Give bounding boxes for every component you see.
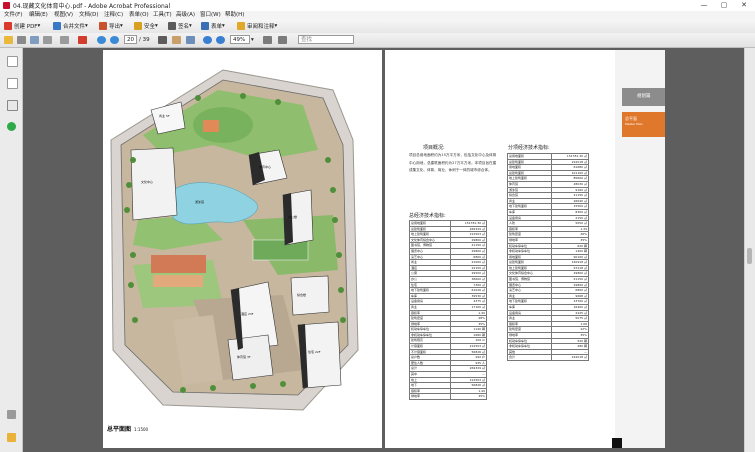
vertical-scrollbar[interactable] xyxy=(744,48,755,452)
search-input[interactable]: 查找 xyxy=(298,35,354,44)
marquee-zoom-icon[interactable] xyxy=(186,36,195,44)
menu-comments[interactable]: 注释(C) xyxy=(104,11,123,19)
email-icon[interactable] xyxy=(30,36,39,44)
building-label: 办公楼 xyxy=(288,215,298,219)
combine-files-button[interactable]: 合并文件 ▾ xyxy=(53,21,88,31)
pages-panel-icon[interactable] xyxy=(7,56,18,67)
secure-button[interactable]: 安全 ▾ xyxy=(134,21,158,31)
table2-title: 分项经济技术指标: xyxy=(508,145,550,151)
section-header-label: 规划篇 xyxy=(637,94,651,99)
page-icon[interactable] xyxy=(60,36,69,44)
create-pdf-button[interactable]: 创建 PDF ▾ xyxy=(4,21,40,31)
menu-document[interactable]: 文档(D) xyxy=(79,11,99,19)
title-bar: 04.现藏文化体育中心.pdf - Adobe Acrobat Professi… xyxy=(0,0,755,11)
close-button[interactable]: ✕ xyxy=(734,0,754,11)
indicator-value: 222018 ㎡ xyxy=(550,354,590,361)
building-label: 酒店 23F xyxy=(241,312,254,316)
prev-page-icon[interactable] xyxy=(97,36,106,44)
hand-tool-icon[interactable] xyxy=(172,36,181,44)
create-pdf-icon xyxy=(4,22,12,30)
building-label: 综合楼 xyxy=(297,293,307,297)
menu-forms[interactable]: 表单(O) xyxy=(129,11,149,19)
signatures-panel-icon[interactable] xyxy=(7,100,18,111)
page-count: / 39 xyxy=(139,37,150,43)
forms-button[interactable]: 表单 ▾ xyxy=(201,21,225,31)
indicator-value: 35% xyxy=(450,393,487,400)
bookmarks-panel-icon[interactable] xyxy=(7,78,18,89)
menu-advanced[interactable]: 高级(A) xyxy=(176,11,195,19)
indicator-name: 合计 xyxy=(507,354,552,361)
pdf-page-site-plan: 商业 5F 文化中心 体育中心 办公楼 综合楼 酒店 23F 体育馆 3F 住宅… xyxy=(103,50,382,448)
zoom-out-icon[interactable] xyxy=(203,36,212,44)
navigation-toolbar: 20 / 39 49% ▾ 查找 xyxy=(0,33,755,48)
select-tool-icon[interactable] xyxy=(158,36,167,44)
building-label: 商业 5F xyxy=(159,114,170,118)
building-label: 体育中心 xyxy=(259,165,272,169)
attachments-icon[interactable] xyxy=(7,410,16,419)
acrobat-icon xyxy=(3,2,10,9)
table1-title: 总经济技术指标: xyxy=(409,213,446,219)
open-folder-icon[interactable] xyxy=(4,36,13,44)
combine-icon xyxy=(53,22,61,30)
chevron-down-icon[interactable]: ▾ xyxy=(251,35,254,45)
review-comment-button[interactable]: 审阅和注释 ▾ xyxy=(237,21,277,31)
detail-indicator-table: 总用地面积 151781.30 ㎡总建筑面积 222018 ㎡用地面积 61680 ㎡… xyxy=(507,153,590,361)
page-marker xyxy=(612,438,622,448)
summary-indicator-table: 总用地面积 151781.30 ㎡总建筑面积 269329 ㎡地上建筑面积 21250… xyxy=(408,220,487,400)
menu-window[interactable]: 窗口(W) xyxy=(200,11,221,19)
sign-button[interactable]: 签名 ▾ xyxy=(168,21,192,31)
navigation-pane xyxy=(0,48,23,452)
minimize-button[interactable]: — xyxy=(694,0,714,11)
overview-paragraph: 项目总用地面积约为15万平方米，包括文化中心及体育中心用地，总建筑面积约为27万… xyxy=(409,153,497,173)
building-label: 住宅 22F xyxy=(308,350,321,354)
print-icon[interactable] xyxy=(17,36,26,44)
building-label: 文化中心 xyxy=(141,180,154,184)
export-button[interactable]: 导出 ▾ xyxy=(99,21,123,31)
building-label: 体育馆 3F xyxy=(237,355,251,359)
table-row: 绿地率 35% xyxy=(408,393,487,400)
next-page-icon[interactable] xyxy=(110,36,119,44)
menu-file[interactable]: 文件(F) xyxy=(4,11,22,19)
lock-icon xyxy=(134,22,142,30)
comment-icon xyxy=(237,22,245,30)
page-number-input[interactable]: 20 xyxy=(124,35,137,44)
comments-panel-icon[interactable] xyxy=(7,433,16,442)
help-panel-icon[interactable] xyxy=(7,122,16,131)
site-plan-drawing xyxy=(103,50,382,448)
pdf-page-technical-indicators: 规划篇 总平面 Master Plan 项目概况: 项目总用地面积约为15万平方… xyxy=(385,50,665,448)
table-row: 合计 222018 ㎡ xyxy=(507,354,590,361)
export-icon xyxy=(99,22,107,30)
form-icon xyxy=(201,22,209,30)
section-subtitle: Master Plan xyxy=(625,122,643,126)
zoom-level-select[interactable]: 49% xyxy=(230,35,250,44)
save-icon[interactable] xyxy=(43,36,52,44)
menu-tools[interactable]: 工具(T) xyxy=(153,11,172,19)
overview-title: 项目概况: xyxy=(423,145,445,151)
building-label: 游泳馆 xyxy=(195,200,205,204)
plan-caption: 总平面图 1:1500 xyxy=(107,426,149,433)
page-side-strip xyxy=(615,50,665,448)
menu-edit[interactable]: 编辑(E) xyxy=(29,11,48,19)
task-toolbar: 创建 PDF ▾ 合并文件 ▾ 导出 ▾ 安全 ▾ 签名 ▾ 表单 ▾ 审阅和注释 ▾ xyxy=(0,19,755,34)
stop-icon[interactable] xyxy=(78,36,87,44)
zoom-in-icon[interactable] xyxy=(216,36,225,44)
scrollbar-thumb[interactable] xyxy=(747,248,752,264)
menu-help[interactable]: 帮助(H) xyxy=(225,11,244,19)
fit-width-icon[interactable] xyxy=(278,36,287,44)
window-title: 04.现藏文化体育中心.pdf - Adobe Acrobat Professi… xyxy=(13,3,171,10)
pen-icon xyxy=(168,22,176,30)
menu-bar: 文件(F) 编辑(E) 视图(V) 文档(D) 注释(C) 表单(O) 工具(T… xyxy=(0,11,755,19)
indicator-name: 绿地率 xyxy=(408,393,452,400)
fit-page-icon[interactable] xyxy=(263,36,272,44)
maximize-button[interactable]: ▢ xyxy=(714,0,734,11)
menu-view[interactable]: 视图(V) xyxy=(54,11,73,19)
